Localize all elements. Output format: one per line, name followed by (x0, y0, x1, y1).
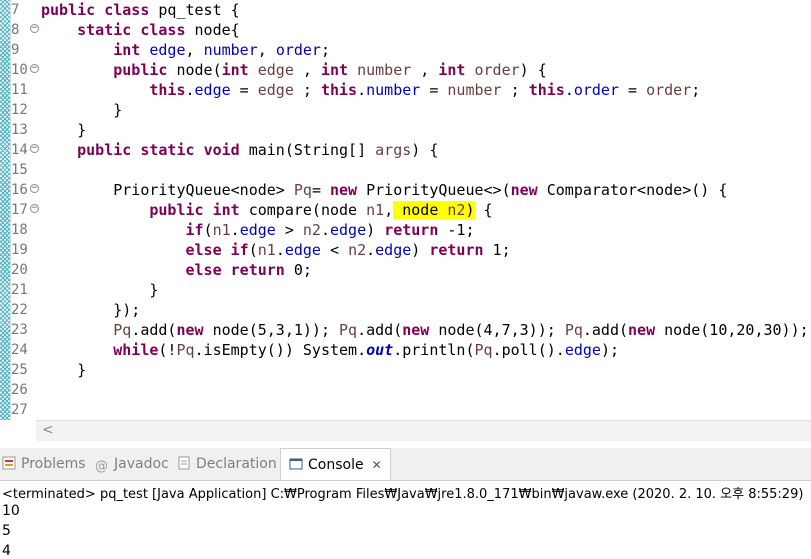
problems-icon (2, 456, 16, 470)
scroll-left-icon[interactable]: < (42, 422, 54, 438)
horizontal-scrollbar[interactable]: < (36, 420, 811, 441)
line-number: 22 (11, 302, 28, 318)
code-line[interactable]: 17− public int compare(node n1, node n2)… (0, 200, 811, 220)
code-text[interactable]: } (41, 280, 158, 300)
close-icon[interactable]: ✕ (372, 458, 382, 472)
line-number: 12 (11, 102, 28, 118)
line-number: 15 (11, 162, 28, 178)
tab-console[interactable]: Console ✕ (280, 448, 391, 480)
code-text[interactable]: else return 0; (41, 260, 312, 280)
code-line[interactable]: 26 (0, 380, 811, 400)
code-line[interactable]: 16− PriorityQueue<node> Pq= new Priority… (0, 180, 811, 200)
code-line[interactable]: 9 int edge, number, order; (0, 40, 811, 60)
console-view[interactable]: <terminated> pq_test [Java Application] … (0, 481, 811, 559)
tab-label: Declaration (196, 456, 277, 472)
code-line[interactable]: 13 } (0, 120, 811, 140)
code-line[interactable]: 12 } (0, 100, 811, 120)
line-number: 20 (11, 262, 28, 278)
tab-javadoc[interactable]: @ Javadoc (95, 448, 169, 480)
fold-collapse-icon[interactable]: − (30, 144, 39, 153)
fold-collapse-icon[interactable]: − (30, 204, 39, 213)
line-number: 27 (11, 402, 28, 418)
code-line[interactable]: 14− public static void main(String[] arg… (0, 140, 811, 160)
code-line[interactable]: 19 else if(n1.edge < n2.edge) return 1; (0, 240, 811, 260)
console-output-line: 10 (2, 503, 20, 519)
console-status: <terminated> pq_test [Java Application] … (2, 487, 804, 502)
console-output-line: 4 (2, 543, 11, 559)
fold-collapse-icon[interactable]: − (30, 184, 39, 193)
code-line[interactable]: 27 (0, 400, 811, 420)
code-line[interactable]: 7 public class pq_test { (0, 0, 811, 20)
line-number: 24 (11, 342, 28, 358)
console-output-line: 5 (2, 523, 11, 539)
code-text[interactable]: } (41, 100, 122, 120)
view-tab-bar: Problems @ Javadoc Declaration Console ✕ (0, 448, 811, 481)
code-text[interactable]: else if(n1.edge < n2.edge) return 1; (41, 240, 511, 260)
code-line[interactable]: 23 Pq.add(new node(5,3,1)); Pq.add(new n… (0, 320, 811, 340)
line-number: 11 (11, 82, 28, 98)
code-line[interactable]: 25 } (0, 360, 811, 380)
code-line[interactable]: 22 }); (0, 300, 811, 320)
code-text[interactable]: this.edge = edge ; this.number = number … (41, 80, 700, 100)
code-editor[interactable]: 7 public class pq_test {8− static class n… (0, 0, 811, 420)
line-number: 19 (11, 242, 28, 258)
code-line[interactable]: 10− public node(int edge , int number , … (0, 60, 811, 80)
console-icon (289, 458, 303, 470)
code-text[interactable]: public class pq_test { (41, 0, 240, 20)
code-line[interactable]: 15 (0, 160, 811, 180)
tab-label: Problems (21, 456, 86, 472)
code-text[interactable]: if(n1.edge > n2.edge) return -1; (41, 220, 475, 240)
code-text[interactable]: }); (41, 300, 140, 320)
line-number: 25 (11, 362, 28, 378)
line-number: 23 (11, 322, 28, 338)
code-text[interactable]: public node(int edge , int number , int … (41, 60, 547, 80)
code-text[interactable]: while(!Pq.isEmpty()) System.out.println(… (41, 340, 619, 360)
code-line[interactable]: 20 else return 0; (0, 260, 811, 280)
code-text[interactable]: } (41, 360, 86, 380)
tab-label: Javadoc (114, 456, 169, 472)
line-number: 26 (11, 382, 28, 398)
tab-problems[interactable]: Problems (2, 448, 86, 480)
fold-collapse-icon[interactable]: − (30, 64, 39, 73)
code-text[interactable]: int edge, number, order; (41, 40, 330, 60)
fold-collapse-icon[interactable]: − (30, 24, 39, 33)
line-number: 7 (11, 2, 20, 18)
code-text[interactable]: } (41, 120, 86, 140)
tab-declaration[interactable]: Declaration (177, 448, 277, 480)
line-number: 18 (11, 222, 28, 238)
line-number: 9 (11, 42, 20, 58)
code-text[interactable]: Pq.add(new node(5,3,1)); Pq.add(new node… (41, 320, 808, 340)
code-text[interactable]: static class node{ (41, 20, 240, 40)
line-number: 21 (11, 282, 28, 298)
line-number: 13 (11, 122, 28, 138)
tab-label: Console (308, 457, 364, 473)
code-line[interactable]: 18 if(n1.edge > n2.edge) return -1; (0, 220, 811, 240)
code-text[interactable]: PriorityQueue<node> Pq= new PriorityQueu… (41, 180, 727, 200)
declaration-icon (178, 456, 190, 470)
javadoc-icon: @ (95, 459, 108, 474)
code-line[interactable]: 24 while(!Pq.isEmpty()) System.out.print… (0, 340, 811, 360)
code-text[interactable]: public int compare(node n1, node n2) { (41, 200, 493, 220)
code-line[interactable]: 8− static class node{ (0, 20, 811, 40)
code-line[interactable]: 11 this.edge = edge ; this.number = numb… (0, 80, 811, 100)
code-line[interactable]: 21 } (0, 280, 811, 300)
code-text[interactable]: public static void main(String[] args) { (41, 140, 438, 160)
